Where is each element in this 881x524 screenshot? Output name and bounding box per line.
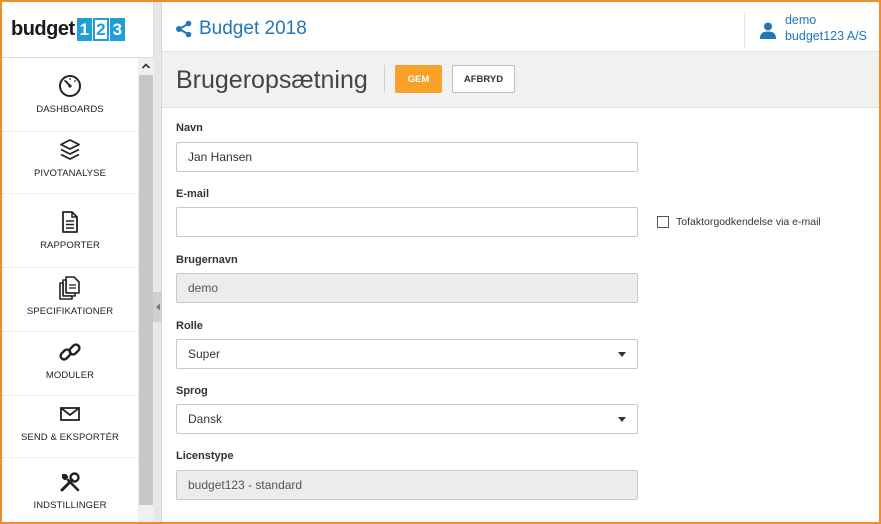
username-field: demo [176, 273, 638, 303]
chevron-up-icon [141, 63, 151, 69]
scrollbar-thumb[interactable] [139, 75, 153, 505]
sidebar-scrollbar[interactable] [138, 58, 154, 522]
language-select[interactable]: Dansk [176, 404, 638, 434]
topbar: Budget 2018 demo budget123 A/S [162, 2, 879, 52]
share-icon [176, 20, 192, 38]
save-button[interactable]: GEM [395, 65, 442, 93]
name-field[interactable] [176, 142, 638, 172]
cancel-button[interactable]: AFBRYD [452, 65, 515, 93]
user-name: demo [784, 13, 817, 27]
logo-digit-1: 1 [76, 18, 93, 41]
envelope-icon [56, 400, 84, 428]
logo-digit-3: 3 [109, 18, 126, 41]
sidebar-item-label: SEND & EKSPORTÉR [20, 432, 120, 443]
page-title: Brugeropsætning [176, 66, 368, 94]
caret-down-icon [618, 416, 626, 422]
logo-text: budget [11, 18, 75, 40]
two-factor-option[interactable]: Tofaktorgodkendelse via e-mail [657, 216, 821, 228]
role-select-value: Super [188, 347, 221, 361]
sidebar-item-send-eksporter[interactable]: SEND & EKSPORTÉR [2, 400, 138, 458]
email-label: E-mail [176, 188, 210, 200]
sidebar-item-label: RAPPORTER [40, 240, 100, 251]
logo[interactable]: budget 1 2 3 [2, 2, 154, 58]
user-settings-form: Navn E-mail Tofaktorgodkendelse via e-ma… [162, 108, 879, 522]
page-header: Brugeropsætning GEM AFBRYD [162, 52, 879, 108]
layers-icon [56, 136, 84, 164]
sidebar-item-indstillinger[interactable]: INDSTILLINGER [2, 468, 138, 522]
sidebar-gutter [154, 2, 162, 522]
sidebar-item-moduler[interactable]: MODULER [2, 338, 138, 396]
sidebar-item-label: PIVOTANALYSE [33, 168, 107, 179]
license-label: Licenstype [176, 450, 234, 462]
sidebar-item-pivotanalyse[interactable]: PIVOTANALYSE [2, 136, 138, 194]
scroll-up-button[interactable] [138, 58, 154, 74]
caret-down-icon [618, 351, 626, 357]
gauge-icon [56, 72, 84, 100]
two-factor-checkbox[interactable] [657, 216, 669, 228]
app-title-text: Budget 2018 [199, 18, 307, 39]
license-field: budget123 - standard [176, 470, 638, 500]
username-label: Brugernavn [176, 254, 238, 266]
sidebar-item-label: DASHBOARDS [36, 104, 104, 115]
language-select-value: Dansk [188, 412, 223, 426]
sidebar-item-specifikationer[interactable]: SPECIFIKATIONER [2, 274, 138, 332]
link-icon [56, 338, 84, 366]
user-menu[interactable]: demo budget123 A/S [743, 12, 867, 48]
user-icon [759, 22, 776, 39]
app-title[interactable]: Budget 2018 [175, 18, 307, 40]
email-field[interactable] [176, 207, 638, 237]
document-icon [56, 208, 84, 236]
name-label: Navn [176, 122, 203, 134]
chevron-left-icon [155, 303, 160, 311]
sidebar-item-label: INDSTILLINGER [33, 500, 107, 511]
title-divider [384, 65, 385, 93]
two-factor-label: Tofaktorgodkendelse via e-mail [676, 216, 821, 228]
role-label: Rolle [176, 320, 203, 332]
sidebar-item-label: MODULER [45, 370, 95, 381]
logo-digit-2: 2 [93, 18, 109, 41]
logo-digits: 1 2 3 [76, 18, 126, 41]
documents-icon [56, 274, 84, 302]
role-select[interactable]: Super [176, 339, 638, 369]
tools-icon [56, 468, 84, 496]
sidebar-collapse-handle[interactable] [153, 292, 162, 322]
sidebar-item-rapporter[interactable]: RAPPORTER [2, 208, 138, 268]
sidebar-item-label: SPECIFIKATIONER [26, 306, 114, 317]
user-company: budget123 A/S [784, 29, 867, 43]
sidebar: DASHBOARDS PIVOTANALYSE RAPPORTER SPECIF… [2, 58, 138, 522]
sidebar-item-dashboards[interactable]: DASHBOARDS [2, 72, 138, 132]
language-label: Sprog [176, 385, 208, 397]
